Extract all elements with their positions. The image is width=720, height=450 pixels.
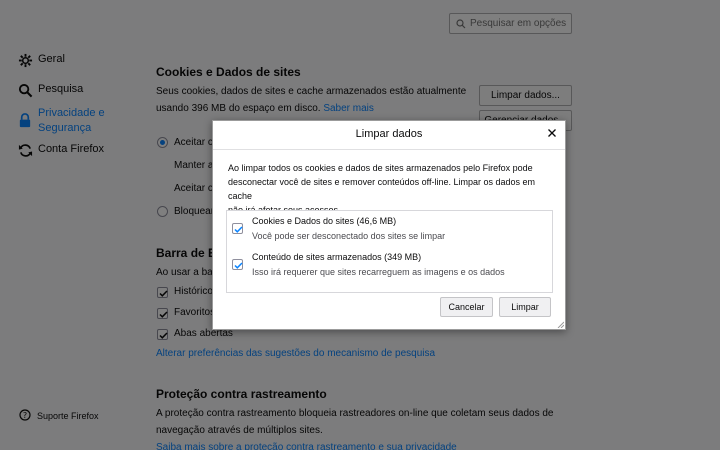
dialog-options-box: Cookies e Dados do sites (46,6 MB) Você … bbox=[226, 210, 553, 293]
cookies-option-subtitle: Você pode ser desconectado dos sites se … bbox=[252, 231, 446, 241]
dialog-divider bbox=[213, 149, 565, 150]
resize-grip-icon[interactable] bbox=[556, 320, 564, 328]
cache-option-subtitle: Isso irá requerer que sites recarreguem … bbox=[252, 267, 505, 277]
check-icon bbox=[234, 226, 243, 233]
dialog-description: Ao limpar todos os cookies e dados de si… bbox=[228, 161, 558, 217]
clear-button[interactable]: Limpar bbox=[499, 297, 551, 317]
cookies-option-title: Cookies e Dados do sites (46,6 MB) bbox=[252, 216, 397, 226]
dialog-title: Limpar dados bbox=[355, 128, 423, 140]
dialog-description-line1: Ao limpar todos os cookies e dados de si… bbox=[228, 163, 533, 173]
cache-option-checkbox[interactable] bbox=[232, 259, 243, 270]
dialog-description-line2: desconectar você de sites e remover cont… bbox=[228, 177, 535, 201]
cookies-option-checkbox[interactable] bbox=[232, 223, 243, 234]
clear-data-dialog: Limpar dados Ao limpar todos os cookies … bbox=[212, 120, 566, 330]
close-icon[interactable] bbox=[546, 127, 558, 139]
cache-option-title: Conteúdo de sites armazenados (349 MB) bbox=[252, 252, 422, 262]
check-icon bbox=[234, 262, 243, 269]
cancel-button[interactable]: Cancelar bbox=[440, 297, 493, 317]
